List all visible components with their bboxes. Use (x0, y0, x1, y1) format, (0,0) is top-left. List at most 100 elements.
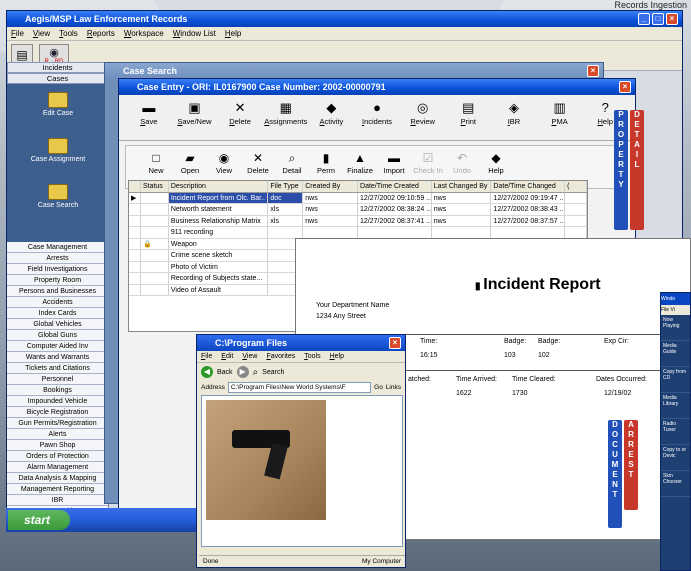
menu-view[interactable]: View (33, 27, 50, 40)
wmp-nav-item[interactable]: Copy from CD (661, 367, 690, 393)
case-assignment-button[interactable]: Case Assignment (7, 138, 109, 163)
back-label[interactable]: Back (217, 369, 233, 376)
case-search-close-button[interactable]: × (587, 65, 599, 77)
nav-item[interactable]: Persons and Businesses (7, 286, 108, 297)
save-button[interactable]: ▬ Save (127, 99, 171, 136)
pma-button[interactable]: ▥ PMA (538, 99, 582, 136)
nav-item[interactable]: Global Vehicles (7, 319, 108, 330)
column-header[interactable]: File Type (268, 181, 304, 192)
arrest-tab[interactable]: ARREST (624, 420, 638, 510)
description-cell: Incident Report from Olc. Bar.. (168, 192, 269, 203)
menu-reports[interactable]: Reports (87, 27, 115, 40)
minimize-button[interactable]: _ (638, 13, 650, 25)
nav-item[interactable]: Management Reporting (7, 484, 108, 495)
nav-item[interactable]: Bicycle Registration (7, 407, 108, 418)
wmp-title[interactable]: Windo (661, 293, 690, 305)
column-header[interactable]: Status (141, 181, 169, 192)
nav-item[interactable]: Bookings (7, 385, 108, 396)
nav-item[interactable]: Gun Permits/Registration (7, 418, 108, 429)
nav-item[interactable]: Alerts (7, 429, 108, 440)
review-button[interactable]: ◎ Review (401, 99, 445, 136)
ie-menu-edit[interactable]: Edit (221, 351, 233, 362)
property-tab[interactable]: PROPERTY (614, 110, 628, 230)
forward-icon[interactable]: ▶ (236, 366, 249, 378)
menu-workspace[interactable]: Workspace (124, 27, 164, 40)
ie-menu-help[interactable]: Help (330, 351, 344, 362)
column-header[interactable]: Last Changed By (432, 181, 492, 192)
nav-item[interactable]: Pawn Shop (7, 440, 108, 451)
menu-window-list[interactable]: Window List (173, 27, 216, 40)
explorer-title-bar[interactable]: C:\Program Files × (197, 335, 405, 351)
nav-item[interactable]: Tickets and Citations (7, 363, 108, 374)
ie-menu-file[interactable]: File (201, 351, 212, 362)
menu-file[interactable]: File (11, 27, 24, 40)
ie-menu-tools[interactable]: Tools (304, 351, 320, 362)
maximize-button[interactable]: □ (652, 13, 664, 25)
case-search-title-bar[interactable]: Case Search × (105, 63, 603, 79)
main-title-bar[interactable]: Aegis/MSP Law Enforcement Records _ □ × (7, 11, 682, 27)
case-search-button[interactable]: Case Search (7, 184, 109, 209)
nav-item[interactable]: Personnel (7, 374, 108, 385)
incidents-button[interactable]: ● Incidents (355, 99, 399, 136)
column-header[interactable]: Date/Time Created (358, 181, 432, 192)
table-row[interactable]: Business Relationship Matrix xls nws 12/27/… (129, 215, 587, 227)
address-label: Address (201, 384, 225, 391)
nav-incidents[interactable]: Incidents (7, 62, 108, 73)
save-new-button[interactable]: ▣ Save/New (173, 99, 217, 136)
weapon-photo[interactable] (206, 400, 326, 520)
nav-item[interactable]: Orders of Protection (7, 451, 108, 462)
doc-tool-label: Delete (247, 166, 269, 175)
wmp-nav-item[interactable]: Media Library (661, 393, 690, 419)
nav-item[interactable]: Computer Aided Inv (7, 341, 108, 352)
start-button[interactable]: start (8, 510, 70, 530)
detail-tab[interactable]: DETAIL (630, 110, 644, 230)
nav-cases[interactable]: Cases (7, 73, 108, 84)
wmp-nav-item[interactable]: Skin Chooser (661, 471, 690, 497)
column-header[interactable]: Description (169, 181, 269, 192)
nav-item[interactable]: Data Analysis & Mapping (7, 473, 108, 484)
menu-help[interactable]: Help (225, 27, 241, 40)
delete-button[interactable]: ✕ Delete (218, 99, 262, 136)
ie-menu-view[interactable]: View (242, 351, 257, 362)
column-header[interactable]: Created By (303, 181, 359, 192)
column-header[interactable]: ( (565, 181, 587, 192)
column-header[interactable]: Date/Time Changed (491, 181, 566, 192)
table-row[interactable]: Networth statement xls nws 12/27/2002 08:38… (129, 204, 587, 216)
document-tab[interactable]: DOCUMENT (608, 420, 622, 528)
case-entry-title-bar[interactable]: Case Entry - ORI: IL0167900 Case Number:… (119, 79, 635, 95)
case-entry-close-button[interactable]: × (619, 81, 631, 93)
nav-item[interactable]: Global Guns (7, 330, 108, 341)
nav-item[interactable]: Arrests (7, 253, 108, 264)
nav-item[interactable]: Field Investigations (7, 264, 108, 275)
wmp-nav-item[interactable]: Now Playing (661, 315, 690, 341)
nav-item[interactable]: Property Room (7, 275, 108, 286)
wmp-nav-item[interactable]: Media Guide (661, 341, 690, 367)
go-button[interactable]: Go (374, 384, 383, 391)
table-row[interactable]: 911 recording (129, 227, 587, 239)
search-icon[interactable]: ⌕ (253, 367, 259, 378)
table-row[interactable]: ▶ Incident Report from Olc. Bar.. doc nws 12… (129, 192, 587, 204)
menu-tools[interactable]: Tools (59, 27, 78, 40)
nav-item[interactable]: Accidents (7, 297, 108, 308)
wmp-nav-item[interactable]: Copy to or Devic (661, 445, 690, 471)
search-label[interactable]: Search (262, 369, 284, 376)
nav-item[interactable]: Case Management (7, 242, 108, 253)
nav-item[interactable]: Wants and Warrants (7, 352, 108, 363)
back-icon[interactable]: ◀ (201, 366, 213, 378)
wmp-nav-item[interactable]: Radio Tuner (661, 419, 690, 445)
nav-item[interactable]: Index Cards (7, 308, 108, 319)
wmp-menu[interactable]: File Vi (661, 305, 690, 315)
assignments-button[interactable]: ▦ Assignments (264, 99, 308, 136)
nav-item[interactable]: IBR (7, 495, 108, 506)
edit-case-button[interactable]: Edit Case (7, 92, 109, 117)
activity-button[interactable]: ◆ Activity (310, 99, 354, 136)
explorer-close-button[interactable]: × (389, 337, 401, 349)
nav-item[interactable]: Alarm Management (7, 462, 108, 473)
links-label[interactable]: Links (386, 384, 401, 391)
close-button[interactable]: × (666, 13, 678, 25)
nav-item[interactable]: Impounded Vehicle (7, 396, 108, 407)
ibr-button[interactable]: ◈ IBR (492, 99, 536, 136)
address-input[interactable]: C:\Program Files\New World Systems\F (227, 382, 372, 393)
print-button[interactable]: ▤ Print (446, 99, 490, 136)
ie-menu-favorites[interactable]: Favorites (266, 351, 295, 362)
